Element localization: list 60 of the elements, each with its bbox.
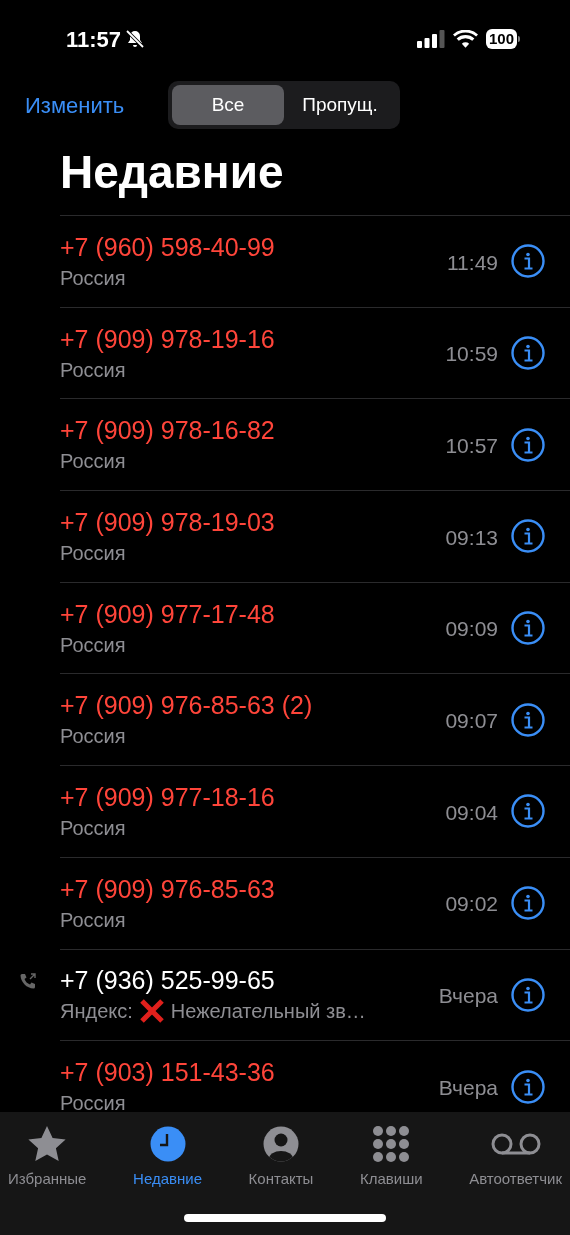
call-subtitle: Россия: [60, 907, 126, 933]
signal-icon: [416, 30, 445, 48]
call-time: 10:57: [445, 432, 498, 459]
call-time: 09:04: [445, 799, 498, 826]
call-time: Вчера: [438, 983, 498, 1010]
info-icon[interactable]: [511, 427, 545, 462]
call-subtitle: Россия: [60, 357, 126, 383]
edit-button[interactable]: Изменить: [25, 88, 168, 122]
info-icon[interactable]: [511, 886, 545, 921]
outgoing-call-icon: [19, 971, 37, 990]
phone-number: +7 (903) 151-43-36: [60, 1057, 276, 1089]
call-subtitle: Россия: [60, 449, 126, 475]
phone-number: +7 (909) 978-19-16: [60, 323, 276, 355]
page-title: Недавние: [59, 145, 285, 200]
segment-tab[interactable]: Пропущ.: [284, 85, 396, 125]
phone-number: +7 (960) 598-40-99: [60, 231, 276, 263]
call-time: 09:09: [445, 616, 498, 643]
call-time: 09:13: [445, 524, 498, 551]
call-subtitle: Россия: [60, 815, 126, 841]
tab-bar-item[interactable]: Избранные: [8, 1124, 87, 1191]
info-icon[interactable]: [511, 336, 545, 371]
call-subtitle: Россия: [60, 540, 126, 566]
info-icon[interactable]: [511, 244, 545, 279]
tab-bar-item[interactable]: Клавиши: [359, 1124, 423, 1191]
tab-bar-item[interactable]: Недавние: [133, 1124, 202, 1191]
call-subtitle: Нежелательный зв…: [170, 999, 366, 1025]
info-icon[interactable]: [511, 977, 545, 1012]
wifi-icon: [452, 29, 478, 49]
call-time: 09:02: [445, 891, 498, 918]
info-icon[interactable]: [511, 794, 545, 829]
star-icon: [27, 1125, 68, 1163]
phone-number: +7 (909) 976-85-63 (2): [60, 690, 314, 722]
call-time: Вчера: [438, 1074, 498, 1101]
call-time: 11:49: [447, 249, 498, 276]
info-icon[interactable]: [511, 702, 545, 737]
phone-number: +7 (909) 977-17-48: [60, 598, 276, 630]
battery-level: 100: [485, 29, 517, 49]
phone-number: +7 (909) 977-18-16: [60, 781, 276, 813]
call-subtitle: Россия: [60, 265, 126, 291]
keypad-icon: [372, 1125, 411, 1163]
info-icon[interactable]: [511, 519, 545, 554]
call-time: 09:07: [445, 708, 498, 735]
phone-number: +7 (936) 525-99-65: [60, 965, 276, 997]
tab-bar-item[interactable]: Контакты: [248, 1124, 314, 1191]
person-icon: [262, 1126, 299, 1162]
call-time: 10:59: [445, 341, 498, 368]
call-subtitle: Россия: [60, 632, 126, 658]
info-icon[interactable]: [511, 1069, 545, 1104]
phone-number: +7 (909) 978-19-03: [60, 506, 276, 538]
voicemail-icon: [489, 1132, 542, 1156]
status-time: 11:57: [66, 25, 122, 54]
segment-tab[interactable]: Все: [172, 85, 284, 125]
phone-number: +7 (909) 976-85-63: [60, 873, 276, 905]
call-subtitle: Россия: [60, 724, 126, 750]
caller-source: Яндекс:: [60, 999, 133, 1025]
tab-bar-item[interactable]: Автоответчик: [469, 1124, 562, 1191]
clock-icon: [149, 1126, 186, 1162]
phone-number: +7 (909) 978-16-82: [60, 415, 276, 447]
info-icon[interactable]: [511, 611, 545, 646]
call-subtitle: Россия: [60, 1091, 126, 1112]
